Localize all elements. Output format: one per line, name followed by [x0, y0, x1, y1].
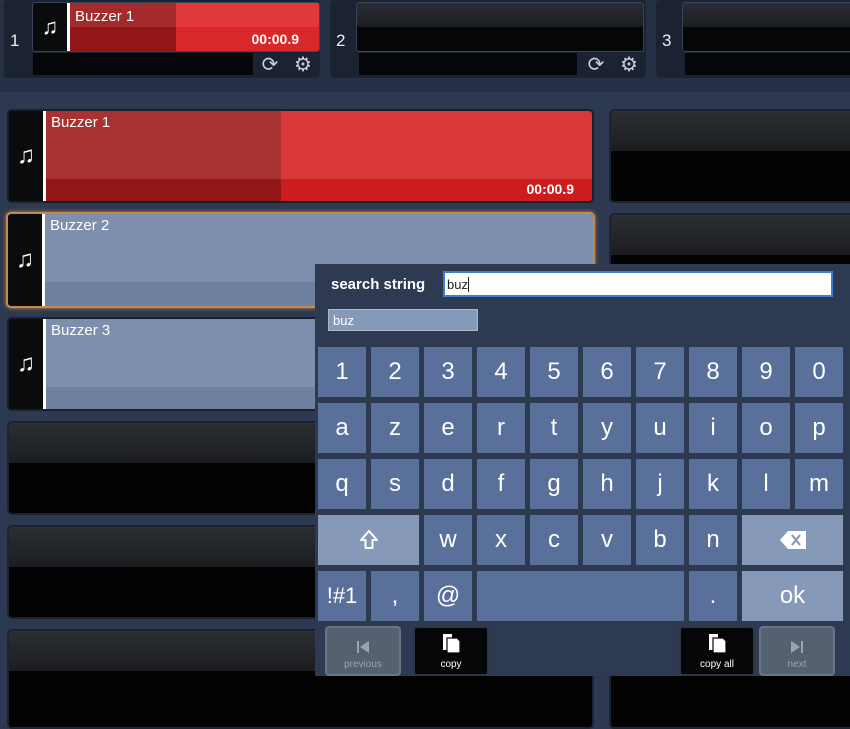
- key-g[interactable]: g: [530, 459, 578, 509]
- deck-info-bar: [359, 53, 577, 75]
- key-1[interactable]: 1: [318, 347, 366, 397]
- deck-player[interactable]: [682, 2, 850, 52]
- backspace-key[interactable]: [742, 515, 843, 565]
- key-w[interactable]: w: [424, 515, 472, 565]
- key-z[interactable]: z: [371, 403, 419, 453]
- search-input-value: buz: [447, 277, 468, 292]
- key-k[interactable]: k: [689, 459, 737, 509]
- key-f[interactable]: f: [477, 459, 525, 509]
- empty-tile[interactable]: [609, 109, 850, 203]
- next-label: next: [787, 659, 807, 670]
- tile-title: Buzzer 2: [50, 217, 110, 234]
- deck-info-bar: [685, 53, 850, 75]
- deck-2[interactable]: 2 ⟳ ⚙: [330, 0, 646, 78]
- sound-tile-buzzer-1[interactable]: ♫ Buzzer 1 00:00.9: [7, 109, 594, 203]
- music-note-icon: ♫: [41, 14, 59, 39]
- search-label: search string: [331, 276, 426, 293]
- shift-key[interactable]: [318, 515, 419, 565]
- key-t[interactable]: t: [530, 403, 578, 453]
- key-o[interactable]: o: [742, 403, 790, 453]
- copy-all-label: copy all: [700, 659, 734, 670]
- deck-player[interactable]: [356, 2, 644, 52]
- key-q[interactable]: q: [318, 459, 366, 509]
- key-i[interactable]: i: [689, 403, 737, 453]
- key-u[interactable]: u: [636, 403, 684, 453]
- copy-icon: [443, 634, 461, 654]
- next-button[interactable]: next: [759, 626, 835, 676]
- copy-button[interactable]: copy: [413, 626, 489, 676]
- tile-title: Buzzer 3: [51, 322, 111, 339]
- deck-title: Buzzer 1: [75, 8, 135, 25]
- previous-button[interactable]: previous: [325, 626, 401, 676]
- key-6[interactable]: 6: [583, 347, 631, 397]
- loop-icon[interactable]: ⟳: [584, 52, 608, 77]
- key-0[interactable]: 0: [795, 347, 843, 397]
- tile-title: Buzzer 1: [51, 114, 111, 131]
- symbols-key[interactable]: !#1: [318, 571, 366, 621]
- key-at[interactable]: @: [424, 571, 472, 621]
- key-5[interactable]: 5: [530, 347, 578, 397]
- deck-1[interactable]: 1 ♫ Buzzer 1 00:00.9 ⟳ ⚙: [4, 0, 320, 78]
- ok-button[interactable]: ok: [742, 571, 843, 621]
- deck-remaining-highlight: [176, 3, 319, 27]
- copy-label: copy: [440, 659, 462, 670]
- deck-3[interactable]: 3: [656, 0, 850, 78]
- deck-number: 2: [336, 31, 346, 50]
- tile-time: 00:00.9: [526, 181, 574, 197]
- key-2[interactable]: 2: [371, 347, 419, 397]
- backspace-icon: [779, 531, 806, 549]
- skip-previous-icon: [357, 641, 369, 653]
- key-m[interactable]: m: [795, 459, 843, 509]
- shift-icon: [359, 530, 378, 549]
- loop-icon[interactable]: ⟳: [258, 52, 282, 77]
- deck-progress-shade: [70, 27, 176, 51]
- key-v[interactable]: v: [583, 515, 631, 565]
- text-cursor: [468, 277, 469, 292]
- key-e[interactable]: e: [424, 403, 472, 453]
- key-j[interactable]: j: [636, 459, 684, 509]
- previous-label: previous: [344, 659, 382, 670]
- key-y[interactable]: y: [583, 403, 631, 453]
- deck-time: 00:00.9: [251, 31, 299, 47]
- space-key[interactable]: [477, 571, 684, 621]
- key-h[interactable]: h: [583, 459, 631, 509]
- tile-body: Buzzer 1 00:00.9: [46, 111, 592, 201]
- search-input[interactable]: buz: [443, 271, 833, 297]
- key-n[interactable]: n: [689, 515, 737, 565]
- key-d[interactable]: d: [424, 459, 472, 509]
- key-r[interactable]: r: [477, 403, 525, 453]
- key-9[interactable]: 9: [742, 347, 790, 397]
- deck-number: 3: [662, 31, 672, 50]
- tile-progress-shade: [46, 179, 281, 201]
- music-note-icon: ♫: [17, 350, 35, 377]
- key-s[interactable]: s: [371, 459, 419, 509]
- music-note-icon: ♫: [16, 246, 34, 273]
- key-x[interactable]: x: [477, 515, 525, 565]
- suggestion-item[interactable]: buz: [328, 309, 478, 331]
- key-comma[interactable]: ,: [371, 571, 419, 621]
- key-l[interactable]: l: [742, 459, 790, 509]
- key-c[interactable]: c: [530, 515, 578, 565]
- key-p[interactable]: p: [795, 403, 843, 453]
- music-note-icon: ♫: [17, 142, 35, 169]
- key-4[interactable]: 4: [477, 347, 525, 397]
- skip-next-icon: [791, 641, 803, 653]
- deck-info-bar: [33, 53, 253, 75]
- deck-number: 1: [10, 31, 20, 50]
- key-b[interactable]: b: [636, 515, 684, 565]
- copy-icon: [709, 634, 727, 654]
- key-3[interactable]: 3: [424, 347, 472, 397]
- key-7[interactable]: 7: [636, 347, 684, 397]
- deck-player[interactable]: ♫ Buzzer 1 00:00.9: [32, 2, 320, 52]
- copy-all-button[interactable]: copy all: [679, 626, 755, 676]
- key-a[interactable]: a: [318, 403, 366, 453]
- key-8[interactable]: 8: [689, 347, 737, 397]
- search-keyboard-panel: search string buz buz 1 2 3 4 5 6 7 8 9 …: [315, 264, 850, 676]
- gear-icon[interactable]: ⚙: [617, 52, 641, 77]
- key-dot[interactable]: .: [689, 571, 737, 621]
- gear-icon[interactable]: ⚙: [291, 52, 315, 77]
